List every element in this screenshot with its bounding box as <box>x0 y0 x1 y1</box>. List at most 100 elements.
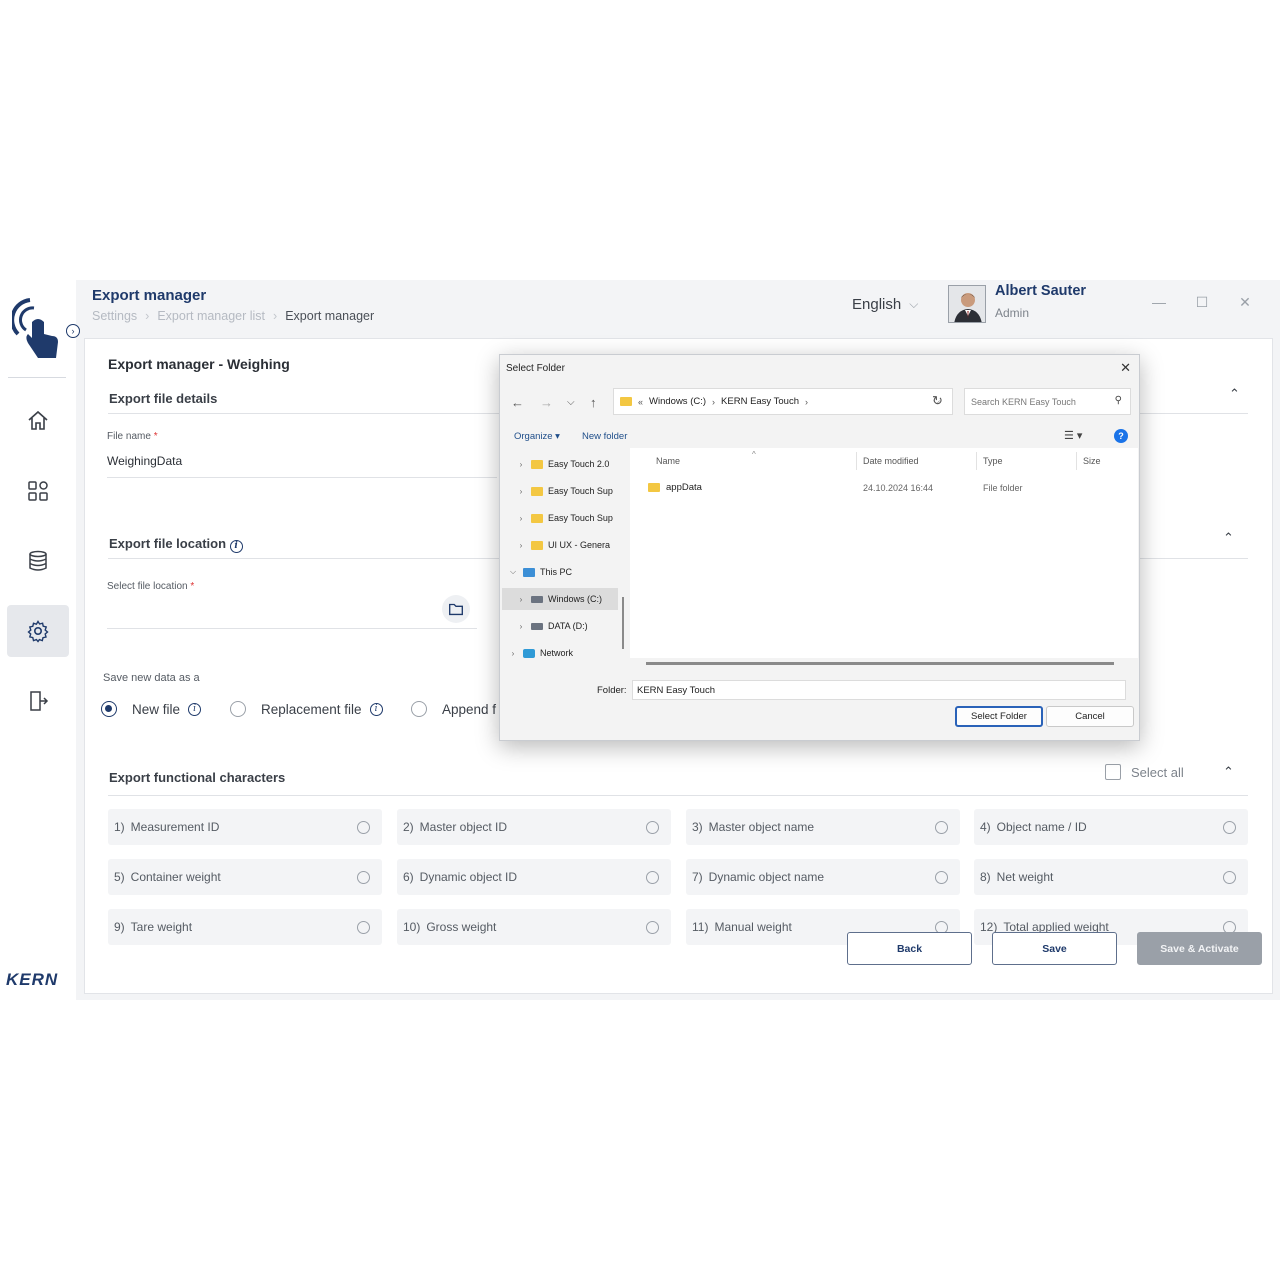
characteristic-radio[interactable] <box>1223 870 1236 884</box>
column-name[interactable]: Name <box>656 456 680 466</box>
refresh-icon[interactable]: ↻ <box>932 393 943 409</box>
chevron-right-icon[interactable]: › <box>516 541 526 550</box>
chevron-down-icon[interactable]: ⌵ <box>508 567 518 577</box>
characteristic-number: 6) <box>403 870 414 884</box>
characteristic-option[interactable]: 6) Dynamic object ID <box>397 859 671 895</box>
radio-replacement-file-control[interactable] <box>230 701 246 717</box>
overflow-icon[interactable]: « <box>638 397 643 407</box>
breadcrumb-settings[interactable]: Settings <box>92 309 137 323</box>
avatar[interactable] <box>948 285 986 323</box>
tree-item-data-d[interactable]: › DATA (D:) <box>502 615 618 637</box>
characteristic-text: 7) Dynamic object name <box>692 870 824 884</box>
characteristic-option[interactable]: 7) Dynamic object name <box>686 859 960 895</box>
recent-dropdown-icon[interactable]: ⌵ <box>567 397 575 408</box>
chevron-right-icon[interactable]: › <box>516 514 526 523</box>
new-folder-button[interactable]: New folder <box>582 431 627 442</box>
browse-folder-button[interactable] <box>442 595 470 623</box>
characteristic-radio[interactable] <box>646 920 659 934</box>
characteristic-option[interactable]: 1) Measurement ID <box>108 809 382 845</box>
back-button[interactable]: Back <box>847 932 972 965</box>
nav-home[interactable] <box>7 395 69 447</box>
up-arrow-icon[interactable]: ↑ <box>590 395 597 410</box>
forward-arrow-icon[interactable]: → <box>540 395 553 410</box>
characteristic-radio[interactable] <box>646 820 659 834</box>
language-selector[interactable]: English ⌵ <box>852 296 918 313</box>
address-crumb-windows[interactable]: Windows (C:) <box>649 396 706 407</box>
select-folder-button[interactable]: Select Folder <box>955 706 1043 727</box>
file-row[interactable]: appData <box>648 482 702 493</box>
tree-item-network[interactable]: › Network <box>502 642 618 664</box>
tree-item-windows-c[interactable]: › Windows (C:) <box>502 588 618 610</box>
organize-menu[interactable]: Organize ▾ <box>514 431 560 442</box>
folder-input[interactable]: KERN Easy Touch <box>632 680 1126 700</box>
column-date[interactable]: Date modified <box>863 456 919 466</box>
chevron-right-icon[interactable]: › <box>516 460 526 469</box>
chevron-right-icon[interactable]: › <box>508 649 518 658</box>
nav-logout[interactable] <box>7 675 69 727</box>
radio-append-file-control[interactable] <box>411 701 427 717</box>
radio-new-file[interactable]: New file i <box>101 701 202 717</box>
radio-append-file[interactable]: Append f <box>411 701 496 717</box>
back-arrow-icon[interactable]: ← <box>511 395 524 410</box>
characteristic-option[interactable]: 5) Container weight <box>108 859 382 895</box>
characteristic-radio[interactable] <box>357 820 370 834</box>
tree-item[interactable]: › Easy Touch Sup <box>502 480 618 502</box>
collapse-characters-icon[interactable]: ⌃ <box>1223 764 1234 780</box>
view-options-icon[interactable]: ☰ ▾ <box>1064 429 1082 442</box>
nav-database[interactable] <box>7 535 69 587</box>
nav-settings[interactable] <box>7 605 69 657</box>
info-icon[interactable]: i <box>369 702 383 716</box>
info-icon[interactable]: i <box>188 702 202 716</box>
column-size[interactable]: Size <box>1083 456 1101 466</box>
address-bar[interactable]: « Windows (C:) › KERN Easy Touch › ⌵ <box>613 388 953 415</box>
characteristic-radio[interactable] <box>357 870 370 884</box>
minimize-icon[interactable]: — <box>1149 294 1169 310</box>
tree-item[interactable]: › UI UX - Genera <box>502 534 618 556</box>
characteristic-radio[interactable] <box>935 820 948 834</box>
tree-item[interactable]: › Easy Touch 2.0 <box>502 453 618 475</box>
file-name-input[interactable]: WeighingData <box>107 454 182 468</box>
chevron-right-icon[interactable]: › <box>516 487 526 496</box>
save-activate-button[interactable]: Save & Activate <box>1137 932 1262 965</box>
characteristic-radio[interactable] <box>357 920 370 934</box>
characteristic-label: Object name / ID <box>996 820 1087 834</box>
nav-dashboard[interactable] <box>7 465 69 517</box>
characteristic-option[interactable]: 3) Master object name <box>686 809 960 845</box>
maximize-icon[interactable]: ☐ <box>1192 294 1212 311</box>
horizontal-scrollbar[interactable] <box>646 662 1114 665</box>
search-input[interactable]: Search KERN Easy Touch ⚲ <box>964 388 1131 415</box>
characteristic-radio[interactable] <box>646 870 659 884</box>
characteristic-option[interactable]: 4) Object name / ID <box>974 809 1248 845</box>
close-icon[interactable]: ✕ <box>1235 294 1255 311</box>
characteristic-option[interactable]: 8) Net weight <box>974 859 1248 895</box>
collapse-file-location-icon[interactable]: ⌃ <box>1223 530 1234 546</box>
select-all-checkbox[interactable]: Select all <box>1105 764 1184 780</box>
chevron-right-icon[interactable]: › <box>516 595 526 604</box>
select-all-box[interactable] <box>1105 764 1121 780</box>
characteristic-radio[interactable] <box>935 870 948 884</box>
cancel-button[interactable]: Cancel <box>1046 706 1134 727</box>
characteristic-option[interactable]: 2) Master object ID <box>397 809 671 845</box>
column-separator <box>976 452 977 470</box>
chevron-right-icon[interactable]: › <box>516 622 526 631</box>
help-icon[interactable]: ? <box>1114 429 1128 443</box>
radio-new-file-control[interactable] <box>101 701 117 717</box>
tree-item[interactable]: › Easy Touch Sup <box>502 507 618 529</box>
address-crumb-kern[interactable]: KERN Easy Touch <box>721 396 799 407</box>
characteristic-option[interactable]: 9) Tare weight <box>108 909 382 945</box>
chevron-right-icon: › <box>805 396 809 407</box>
characteristic-radio[interactable] <box>1223 820 1236 834</box>
save-button[interactable]: Save <box>992 932 1117 965</box>
characteristic-label: Dynamic object name <box>708 870 825 884</box>
tree-item-this-pc[interactable]: ⌵ This PC <box>502 561 618 583</box>
column-type[interactable]: Type <box>983 456 1003 466</box>
info-icon[interactable]: i <box>229 539 243 553</box>
tree-scrollbar[interactable] <box>622 597 624 649</box>
characteristic-option[interactable]: 10) Gross weight <box>397 909 671 945</box>
breadcrumb-export-manager-list[interactable]: Export manager list <box>157 309 265 323</box>
tree-item-label: UI UX - Genera <box>548 540 611 550</box>
dialog-close-icon[interactable]: ✕ <box>1120 360 1131 376</box>
radio-replacement-file[interactable]: Replacement file i <box>230 701 383 717</box>
collapse-file-details-icon[interactable]: ⌃ <box>1229 386 1240 402</box>
characteristic-number: 8) <box>980 870 991 884</box>
